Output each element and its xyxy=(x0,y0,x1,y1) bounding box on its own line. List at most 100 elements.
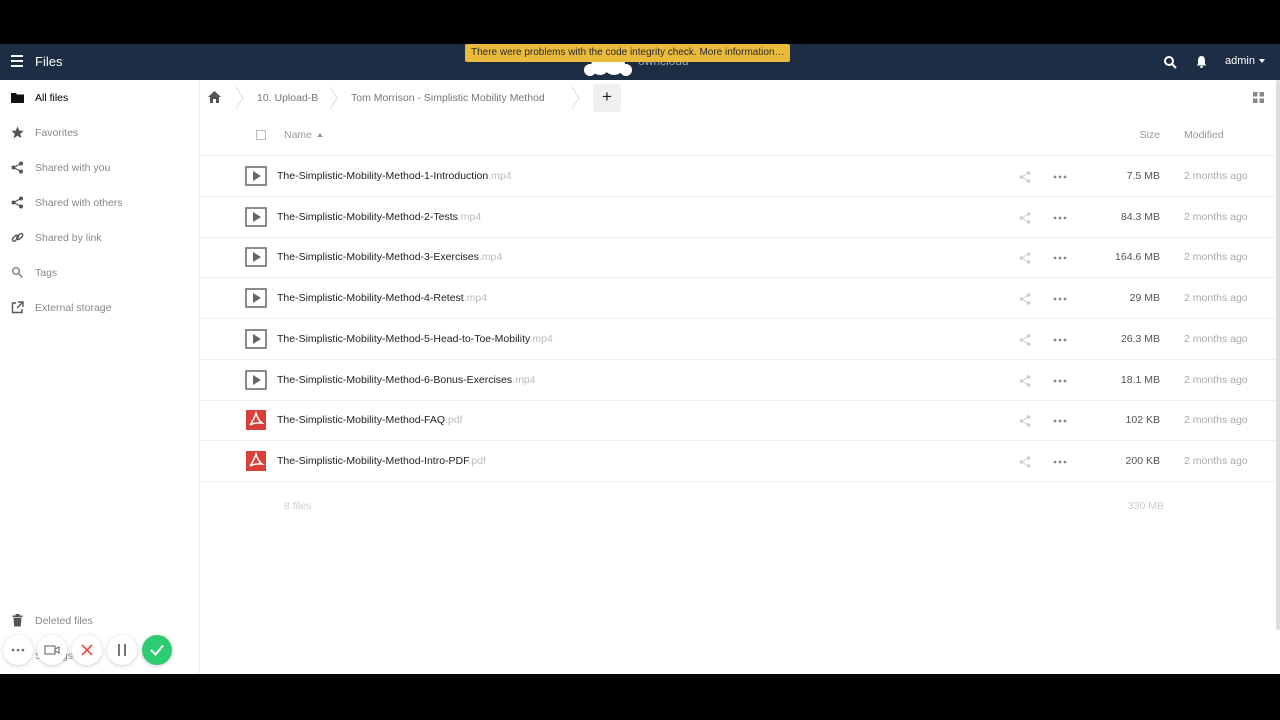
top-header: Files owncloud There were problems with … xyxy=(0,44,1280,80)
file-modified: 2 months ago xyxy=(1184,251,1248,264)
sidebar-item-label: Deleted files xyxy=(35,615,93,627)
sidebar-item-shared-by-link[interactable]: Shared by link xyxy=(0,220,200,255)
hamburger-menu-icon[interactable] xyxy=(11,55,23,69)
more-actions-icon[interactable] xyxy=(1053,415,1067,427)
video-icon xyxy=(245,166,267,186)
column-header-label: Name xyxy=(284,129,313,141)
file-name[interactable]: The-Simplistic-Mobility-Method-3-Exercis… xyxy=(277,251,502,263)
sort-ascending-icon xyxy=(317,133,324,138)
share-icon[interactable] xyxy=(1019,374,1031,387)
column-header-name[interactable]: Name xyxy=(284,129,324,141)
share-icon[interactable] xyxy=(1019,252,1031,265)
share-icon[interactable] xyxy=(1019,293,1031,305)
file-modified: 2 months ago xyxy=(1184,170,1248,182)
table-row[interactable]: The-Simplistic-Mobility-Method-1-Introdu… xyxy=(200,156,1276,197)
user-name: admin xyxy=(1225,55,1255,67)
video-icon xyxy=(245,206,267,227)
app-title[interactable]: Files xyxy=(35,54,62,69)
share-icon[interactable] xyxy=(1019,171,1031,183)
tag-search-icon xyxy=(11,266,24,279)
file-extension: .mp4 xyxy=(512,373,536,386)
table-header: Name Size Modified xyxy=(200,116,1276,156)
table-row[interactable]: The-Simplistic-Mobility-Method-Intro-PDF… xyxy=(200,441,1276,482)
file-size: 200 KB xyxy=(1125,454,1160,467)
more-actions-icon[interactable] xyxy=(1053,375,1067,387)
video-icon xyxy=(245,369,267,390)
sidebar-item-favorites[interactable]: Favorites xyxy=(0,115,200,150)
table-row[interactable]: The-Simplistic-Mobility-Method-5-Head-to… xyxy=(200,319,1276,360)
breadcrumb-separator-icon xyxy=(329,86,338,110)
share-icon[interactable] xyxy=(1019,415,1031,427)
more-actions-icon[interactable] xyxy=(1053,252,1067,264)
more-actions-icon[interactable] xyxy=(1053,456,1067,468)
breadcrumb-item[interactable]: Tom Morrison - Simplistic Mobility Metho… xyxy=(351,92,545,104)
sidebar-item-label: All files xyxy=(35,92,69,104)
share-icon[interactable] xyxy=(1019,334,1031,346)
recorder-camera-button[interactable] xyxy=(37,635,67,665)
more-actions-icon[interactable] xyxy=(1053,212,1067,224)
table-row[interactable]: The-Simplistic-Mobility-Method-4-Retest.… xyxy=(200,278,1276,320)
sidebar-item-shared-with-others[interactable]: Shared with others xyxy=(0,185,200,220)
pdf-icon xyxy=(246,450,266,471)
sidebar-item-all-files[interactable]: All files xyxy=(0,80,200,115)
file-name[interactable]: The-Simplistic-Mobility-Method-1-Introdu… xyxy=(277,170,512,182)
column-header-modified[interactable]: Modified xyxy=(1184,129,1224,141)
user-menu[interactable]: admin xyxy=(1225,55,1265,67)
column-header-size[interactable]: Size xyxy=(1140,129,1160,141)
file-extension: .mp4 xyxy=(478,251,503,264)
link-icon xyxy=(11,232,24,242)
file-name[interactable]: The-Simplistic-Mobility-Method-4-Retest.… xyxy=(277,292,487,304)
file-extension: .mp4 xyxy=(457,210,482,223)
breadcrumb-item[interactable]: 10. Upload-B xyxy=(257,92,318,104)
video-icon xyxy=(245,329,267,349)
new-file-button[interactable]: + xyxy=(593,84,621,112)
breadcrumb-separator-icon xyxy=(235,86,244,110)
table-row[interactable]: The-Simplistic-Mobility-Method-2-Tests.m… xyxy=(200,197,1276,238)
search-icon[interactable] xyxy=(1164,56,1177,69)
grid-view-icon[interactable] xyxy=(1253,92,1264,103)
recorder-done-button[interactable] xyxy=(142,635,172,665)
file-modified: 2 months ago xyxy=(1184,454,1248,467)
sidebar-item-label: Shared with others xyxy=(35,197,123,209)
notifications-bell-icon[interactable] xyxy=(1196,56,1207,68)
breadcrumb: 10. Upload-B Tom Morrison - Simplistic M… xyxy=(200,80,1280,116)
file-basename: The-Simplistic-Mobility-Method-4-Retest xyxy=(277,292,464,305)
file-name[interactable]: The-Simplistic-Mobility-Method-Intro-PDF… xyxy=(277,455,486,467)
sidebar-item-shared-with-you[interactable]: Shared with you xyxy=(0,150,200,185)
integrity-warning-banner[interactable]: There were problems with the code integr… xyxy=(465,44,791,62)
share-icon[interactable] xyxy=(1019,211,1031,224)
sidebar-item-external-storage[interactable]: External storage xyxy=(0,290,200,325)
select-all-checkbox[interactable] xyxy=(256,130,266,140)
recorder-more-button[interactable] xyxy=(3,635,33,665)
table-row[interactable]: The-Simplistic-Mobility-Method-6-Bonus-E… xyxy=(200,360,1276,401)
pause-icon xyxy=(118,644,126,656)
file-name[interactable]: The-Simplistic-Mobility-Method-FAQ.pdf xyxy=(277,414,463,426)
file-size: 29 MB xyxy=(1129,292,1160,305)
file-name[interactable]: The-Simplistic-Mobility-Method-2-Tests.m… xyxy=(277,211,481,223)
chevron-down-icon xyxy=(1258,59,1265,64)
recorder-cancel-button[interactable] xyxy=(72,635,102,665)
more-actions-icon[interactable] xyxy=(1053,334,1067,346)
file-basename: The-Simplistic-Mobility-Method-6-Bonus-E… xyxy=(277,373,513,386)
share-icon[interactable] xyxy=(1019,456,1031,468)
home-icon[interactable] xyxy=(208,91,221,103)
more-actions-icon[interactable] xyxy=(1053,171,1067,183)
sidebar-item-tags[interactable]: Tags xyxy=(0,255,200,290)
star-icon xyxy=(11,126,24,139)
video-icon xyxy=(245,288,267,308)
file-count-summary: 8 files xyxy=(284,500,312,512)
table-row[interactable]: The-Simplistic-Mobility-Method-3-Exercis… xyxy=(200,237,1276,279)
recorder-pause-button[interactable] xyxy=(107,635,137,665)
sidebar-item-label: Shared with you xyxy=(35,162,111,174)
table-row[interactable]: The-Simplistic-Mobility-Method-FAQ.pdf 10… xyxy=(200,400,1276,442)
file-basename: The-Simplistic-Mobility-Method-1-Introdu… xyxy=(277,170,489,182)
vertical-scrollbar[interactable] xyxy=(1276,80,1280,630)
close-icon xyxy=(81,644,93,656)
sidebar-item-deleted-files[interactable]: Deleted files xyxy=(0,603,200,638)
sidebar-item-label: Favorites xyxy=(35,127,79,139)
file-name[interactable]: The-Simplistic-Mobility-Method-5-Head-to… xyxy=(277,333,553,345)
more-actions-icon[interactable] xyxy=(1053,293,1067,305)
total-size-summary: 330 MB xyxy=(1127,500,1164,512)
file-name[interactable]: The-Simplistic-Mobility-Method-6-Bonus-E… xyxy=(277,374,536,386)
file-modified: 2 months ago xyxy=(1184,332,1248,345)
